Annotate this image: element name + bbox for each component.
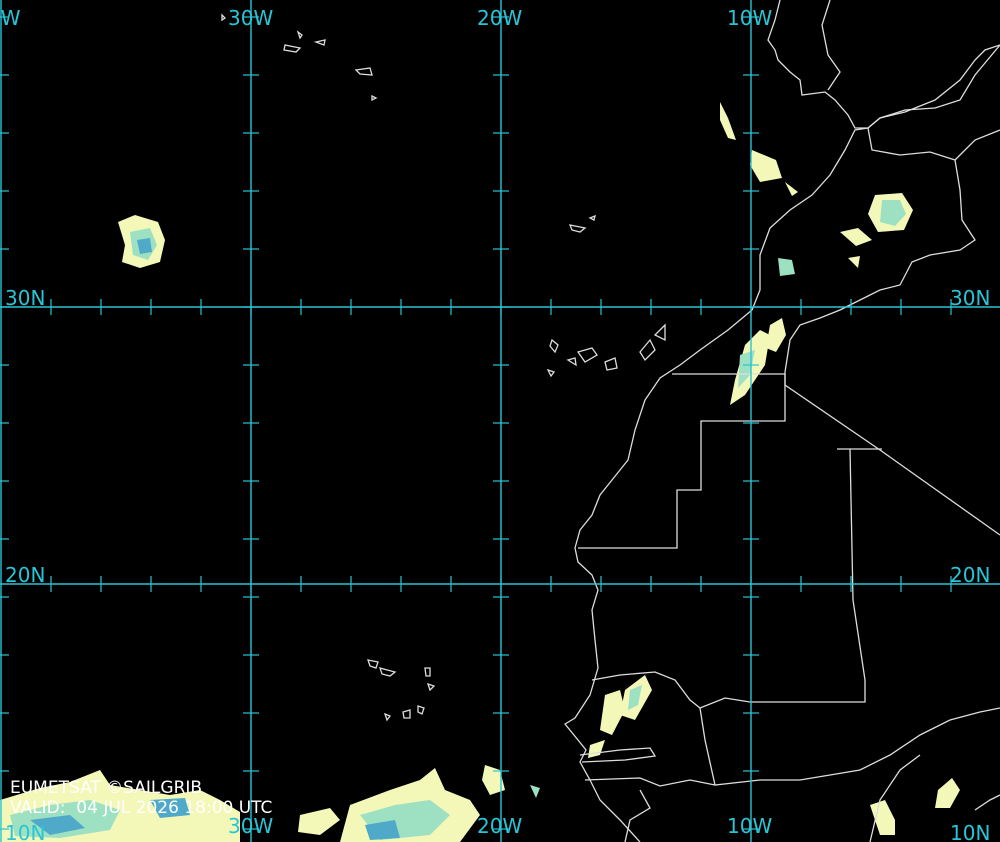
africa-coastline	[564, 44, 1000, 842]
cloud-patch	[298, 808, 340, 835]
island-outline	[653, 323, 666, 342]
lon-label-20w-bottom: 20W	[477, 814, 522, 838]
lon-label-20w-top: 20W	[477, 6, 522, 30]
mediterranean-coastline	[821, 0, 841, 91]
credit-valid: VALID: 04 JUL 2026 18:00 UTC	[10, 798, 272, 818]
island-outline	[402, 709, 411, 719]
cloud-patch	[766, 318, 786, 352]
island-outline	[604, 357, 618, 371]
island-outline	[367, 659, 379, 669]
cloud-patch	[530, 785, 540, 798]
island-outline	[383, 712, 392, 722]
credit-source: EUMETSAT ©SAILGRIB	[10, 778, 203, 798]
lon-label-30w-top: 30W	[228, 6, 273, 30]
lat-label-30n-left: 30N	[5, 286, 45, 310]
satellite-map: 0W 30W 20W 10W 30W 20W 10W 30N 30N 20N 2…	[0, 0, 1000, 842]
island-outline	[283, 44, 302, 53]
island-outline	[566, 357, 577, 367]
cloud-patch	[840, 228, 872, 246]
lat-label-30n-right: 30N	[950, 286, 990, 310]
lat-label-20n-left: 20N	[5, 563, 45, 587]
valid-spacer	[65, 798, 76, 818]
island-outline	[296, 30, 303, 40]
country-border	[591, 448, 882, 709]
cloud-patch	[870, 800, 895, 835]
cloud-patch	[750, 150, 782, 182]
island-outline	[426, 682, 436, 692]
cloud-patch	[848, 256, 860, 268]
country-border	[624, 789, 651, 842]
valid-label: VALID:	[10, 798, 66, 818]
cloud-patch	[778, 258, 795, 276]
lat-label-10n-right: 10N	[950, 821, 990, 842]
country-border	[699, 707, 1000, 786]
iberia-coastline	[767, 0, 1000, 129]
island-outline	[379, 667, 397, 677]
cloud-patch	[935, 778, 960, 808]
cloud-patch	[785, 182, 798, 196]
island-outline	[313, 39, 326, 46]
valid-time: 04 JUL 2026 18:00 UTC	[76, 798, 273, 818]
island-outline	[546, 368, 556, 378]
island-outline	[639, 338, 656, 362]
graticule	[0, 0, 1000, 842]
lat-label-20n-right: 20N	[950, 563, 990, 587]
lat-label-10n-left: 10N	[5, 821, 45, 842]
cloud-patch	[720, 102, 736, 140]
cloud-patch	[588, 740, 605, 758]
country-border	[584, 777, 716, 787]
island-outline	[576, 347, 598, 363]
island-outline	[371, 94, 378, 102]
cloud-layer	[0, 102, 960, 842]
graticule-ticks	[0, 16, 952, 830]
country-border	[974, 794, 1000, 811]
island-outline	[221, 13, 227, 22]
island-outline	[424, 667, 431, 677]
island-outline	[549, 338, 559, 354]
island-outline	[588, 214, 596, 221]
country-border	[578, 373, 786, 549]
lon-label-left-edge: 0W	[0, 6, 21, 30]
lon-label-10w-bottom: 10W	[727, 814, 772, 838]
island-outline	[354, 67, 373, 76]
island-outline	[417, 705, 425, 715]
country-border	[954, 129, 1000, 161]
lon-label-10w-top: 10W	[727, 6, 772, 30]
island-outline	[568, 224, 587, 233]
